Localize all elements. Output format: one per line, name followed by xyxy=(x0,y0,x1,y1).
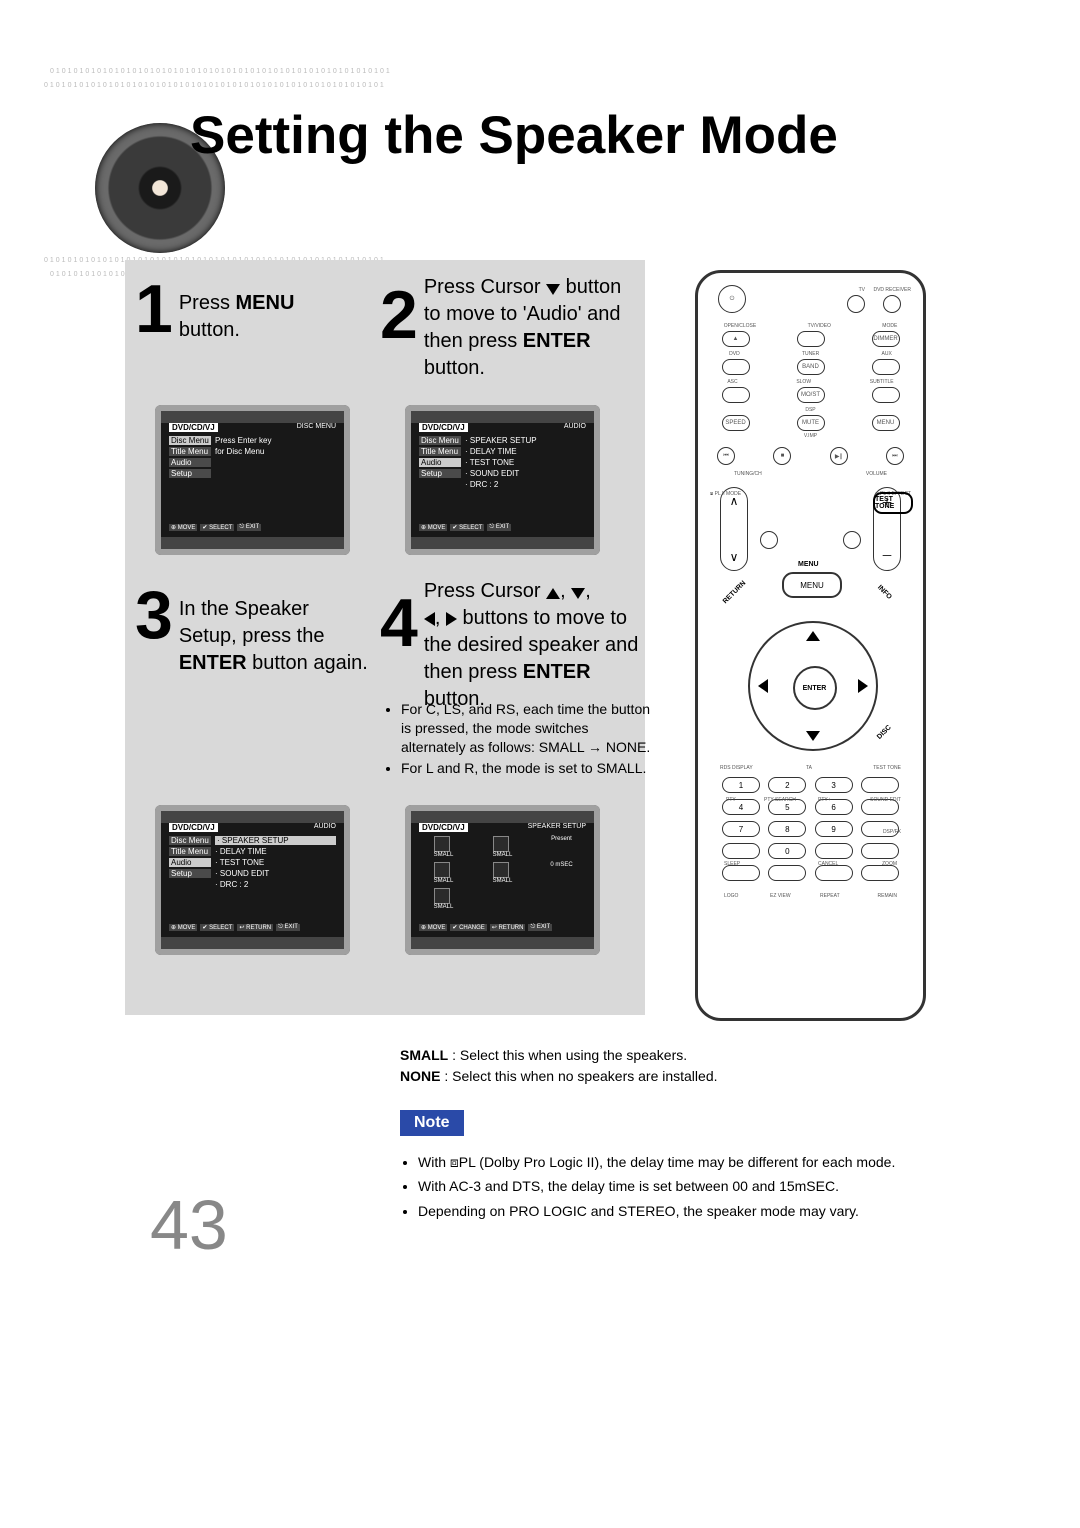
tv-select[interactable] xyxy=(847,295,865,313)
osd-disc-menu: DVD/CD/VJDISC MENU Disc Menu Title Menu … xyxy=(155,405,350,555)
zoom-button[interactable] xyxy=(861,843,899,859)
dvd-button[interactable] xyxy=(722,359,750,375)
step-3-text: In the Speaker Setup, press the ENTER bu… xyxy=(179,596,370,677)
remain-button[interactable] xyxy=(861,865,899,881)
tv-video-button[interactable] xyxy=(797,331,825,347)
notes-list: With ⧈PL (Dolby Pro Logic II), the delay… xyxy=(400,1152,925,1225)
dvd-receiver-select[interactable] xyxy=(883,295,901,313)
cursor-left-icon xyxy=(424,612,435,626)
num-8[interactable]: 8 xyxy=(768,821,806,837)
ezview-button[interactable] xyxy=(768,865,806,881)
asc-button[interactable] xyxy=(722,387,750,403)
dimmer-button[interactable]: DIMMER xyxy=(872,331,900,347)
subtitle-button[interactable] xyxy=(872,387,900,403)
step-4-text: Press Cursor , , , buttons to move to th… xyxy=(424,578,645,713)
page-number: 43 xyxy=(150,1185,228,1265)
step-4: 4 Press Cursor , , , buttons to move to … xyxy=(380,572,645,713)
cursor-up-icon xyxy=(546,588,560,599)
speaker-graphic: 0101010101010101010101010101010101010101… xyxy=(40,68,250,278)
speed-button[interactable]: SPEED xyxy=(722,415,750,431)
step-2: 2 Press Cursor button to move to 'Audio'… xyxy=(380,268,635,382)
num-9[interactable]: 9 xyxy=(815,821,853,837)
small-none-definitions: SMALL : Select this when using the speak… xyxy=(400,1045,718,1087)
instruction-panel: 1 Press MENU button. 2 Press Cursor butt… xyxy=(125,260,645,1015)
mute-button[interactable]: MUTE xyxy=(797,415,825,431)
repeat-button[interactable] xyxy=(815,865,853,881)
plii-effect-button[interactable] xyxy=(843,531,861,549)
cancel-button[interactable] xyxy=(815,843,853,859)
num-7[interactable]: 7 xyxy=(722,821,760,837)
enter-button[interactable]: ENTER xyxy=(793,666,837,710)
step-2-text: Press Cursor button to move to 'Audio' a… xyxy=(424,274,635,382)
cursor-down-button[interactable] xyxy=(806,731,820,741)
cursor-pad[interactable]: ENTER xyxy=(748,621,878,751)
cursor-down-icon xyxy=(546,284,560,295)
step-3: 3 In the Speaker Setup, press the ENTER … xyxy=(135,590,370,677)
num-3[interactable]: 3 xyxy=(815,777,853,793)
prev-button[interactable]: ⏮ xyxy=(717,447,735,465)
cursor-down-icon xyxy=(571,588,585,599)
test-tone-button[interactable] xyxy=(861,777,899,793)
osd-speaker-setup: DVD/CD/VJSPEAKER SETUP SMALL SMALL Prese… xyxy=(405,805,600,955)
remote-control: ⏻ TV DVD RECEIVER OPEN/CLOSETV/VIDEOMODE… xyxy=(695,270,926,1021)
osd-audio-speaker-highlight: DVD/CD/VJAUDIO Disc Menu Title Menu Audi… xyxy=(155,805,350,955)
cursor-up-button[interactable] xyxy=(806,631,820,641)
test-tone-highlight: TEST TONE xyxy=(873,492,913,514)
num-2[interactable]: 2 xyxy=(768,777,806,793)
next-button[interactable]: ⏭ xyxy=(886,447,904,465)
menu-top-button[interactable]: MENU xyxy=(872,415,900,431)
power-button[interactable]: ⏻ xyxy=(718,285,746,313)
page-title: Setting the Speaker Mode xyxy=(190,105,838,166)
sleep-button[interactable] xyxy=(722,843,760,859)
num-0[interactable]: 0 xyxy=(768,843,806,859)
most-button[interactable]: MO/ST xyxy=(797,387,825,403)
menu-button[interactable]: MENU xyxy=(782,572,842,598)
cursor-left-button[interactable] xyxy=(758,679,768,693)
cursor-right-button[interactable] xyxy=(858,679,868,693)
cursor-right-icon xyxy=(446,612,457,626)
num-1[interactable]: 1 xyxy=(722,777,760,793)
step-1-text: Press MENU button. xyxy=(179,290,360,344)
number-pad: RDS DISPLAY TA TEST TONE 123 PTY PTY SEA… xyxy=(722,777,899,887)
tuning-rocker[interactable]: ∧∨ xyxy=(720,487,748,571)
plii-mode-button[interactable] xyxy=(760,531,778,549)
open-close-button[interactable]: ▲ xyxy=(722,331,750,347)
step-4-subnotes: For C, LS, and RS, each time the button … xyxy=(385,700,651,780)
step-1: 1 Press MENU button. xyxy=(135,284,360,344)
band-button[interactable]: BAND xyxy=(797,359,825,375)
osd-audio-menu: DVD/CD/VJAUDIO Disc Menu Title Menu Audi… xyxy=(405,405,600,555)
aux-button[interactable] xyxy=(872,359,900,375)
note-badge: Note xyxy=(400,1110,464,1136)
logo-button[interactable] xyxy=(722,865,760,881)
stop-button[interactable]: ■ xyxy=(773,447,791,465)
play-pause-button[interactable]: ▶∥ xyxy=(830,447,848,465)
